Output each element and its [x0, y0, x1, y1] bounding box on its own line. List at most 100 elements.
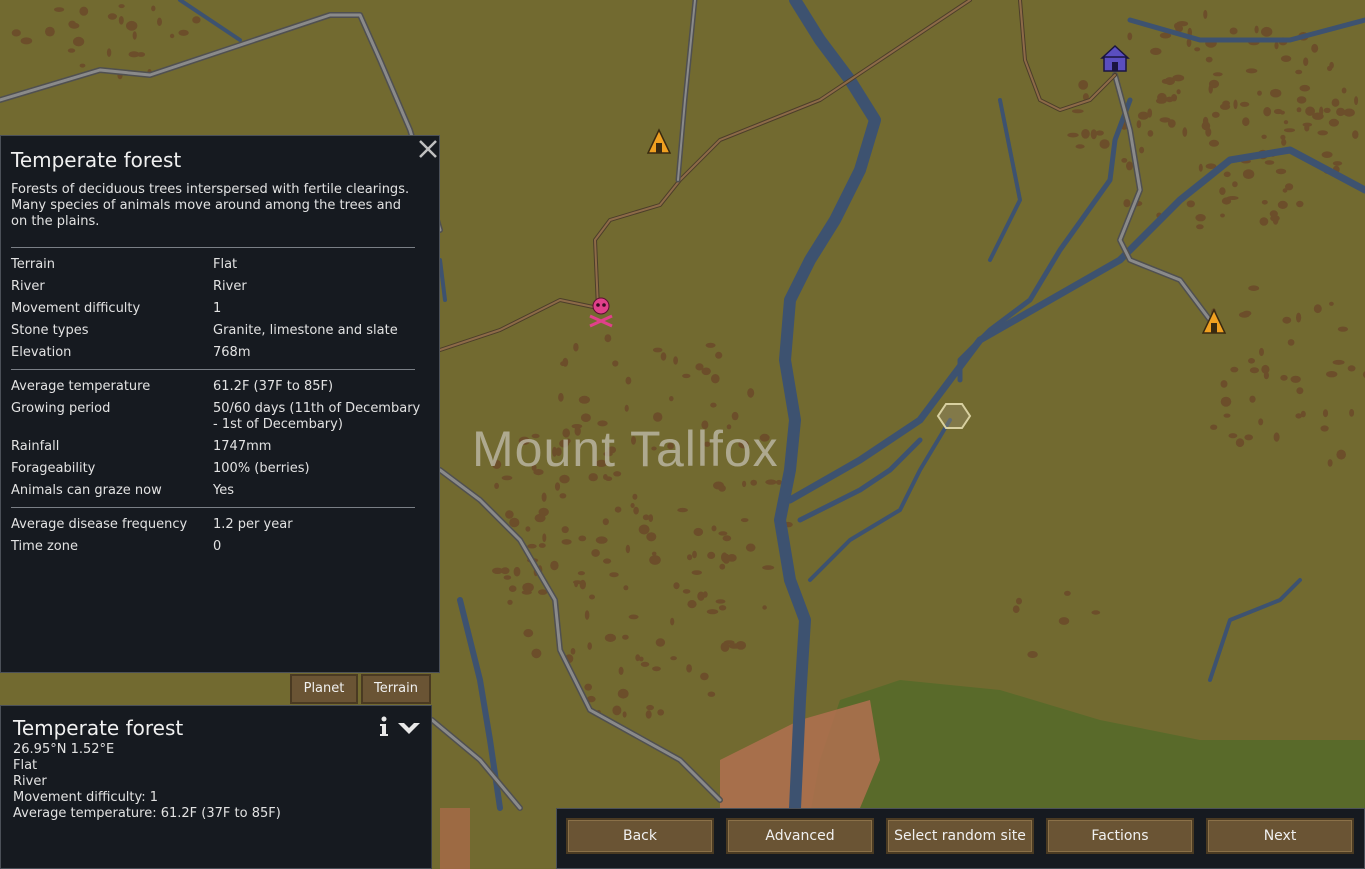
forest-patch — [722, 535, 732, 542]
row-label: Movement difficulty — [11, 301, 141, 316]
forest-patch — [494, 482, 499, 489]
forest-patch — [1127, 32, 1133, 41]
advanced-button[interactable]: Advanced — [726, 818, 874, 854]
forest-patch — [1121, 158, 1128, 163]
forest-patch — [589, 594, 595, 600]
hex-selection-icon[interactable] — [936, 403, 972, 429]
forest-patch — [673, 582, 680, 590]
close-button[interactable] — [415, 136, 441, 162]
forest-patch — [1336, 449, 1346, 460]
row-value: 100% (berries) — [213, 461, 310, 476]
forest-patch — [1220, 213, 1225, 218]
forest-patch — [1220, 396, 1232, 407]
row-label: Average temperature — [11, 379, 151, 394]
forest-patch — [646, 532, 657, 542]
forest-patch — [1296, 312, 1302, 323]
forest-patch — [1182, 127, 1188, 137]
forest-patch — [1259, 347, 1264, 357]
forest-patch — [573, 342, 579, 352]
forest-patch — [1058, 617, 1070, 625]
forest-patch — [612, 360, 619, 367]
row-value: Yes — [213, 483, 234, 498]
forest-patch — [587, 642, 592, 650]
map-region-label: Mount Tallfox — [472, 421, 779, 477]
forest-patch — [1220, 380, 1228, 388]
forest-patch — [1249, 395, 1256, 403]
forest-patch — [1064, 590, 1071, 596]
tab-terrain[interactable]: Terrain — [361, 674, 431, 704]
forest-patch — [718, 605, 727, 611]
forest-patch — [178, 29, 189, 36]
forest-patch — [561, 526, 569, 534]
forest-patch — [132, 31, 137, 40]
forest-patch — [561, 539, 572, 545]
forest-patch — [1228, 433, 1238, 439]
forest-patch — [151, 5, 156, 12]
forest-patch — [1277, 200, 1288, 209]
forest-patch — [692, 550, 697, 559]
row-value: Flat — [213, 257, 238, 272]
inspect-temperature: Average temperature: 61.2F (37F to 85F) — [13, 806, 281, 821]
collapse-button[interactable] — [397, 720, 421, 734]
back-button[interactable]: Back — [566, 818, 714, 854]
forest-patch — [1322, 409, 1329, 418]
inspect-title: Temperate forest — [13, 716, 184, 740]
forest-patch — [762, 565, 775, 570]
forest-patch — [1311, 43, 1319, 53]
forest-patch — [1341, 87, 1347, 94]
info-button[interactable] — [377, 716, 391, 738]
forest-patch — [721, 552, 728, 563]
forest-patch — [1211, 111, 1220, 118]
next-button[interactable]: Next — [1206, 818, 1354, 854]
forest-patch — [508, 585, 517, 592]
forest-patch — [1261, 364, 1270, 374]
forest-patch — [618, 666, 624, 676]
forest-patch — [1337, 326, 1348, 332]
forest-patch — [609, 572, 619, 578]
forest-patch — [1280, 55, 1292, 62]
forest-patch — [1150, 47, 1162, 56]
forest-patch — [1210, 424, 1218, 430]
forest-patch — [1273, 108, 1283, 115]
select-random-site-button[interactable]: Select random site — [886, 818, 1034, 854]
forest-patch — [691, 570, 702, 575]
forest-patch — [157, 17, 162, 26]
forest-patch — [1230, 366, 1239, 373]
forest-patch — [67, 48, 76, 53]
forest-patch — [1232, 181, 1238, 188]
forest-patch — [630, 503, 635, 508]
chevron-down-icon — [398, 723, 420, 734]
forest-patch — [559, 493, 567, 499]
forest-patch — [523, 629, 534, 638]
forest-patch — [649, 555, 661, 565]
forest-patch — [507, 599, 513, 605]
forest-patch — [1174, 23, 1179, 29]
row-value: 1747mm — [213, 439, 272, 454]
forest-patch — [1165, 96, 1174, 103]
forest-patch — [1313, 304, 1322, 314]
tab-planet[interactable]: Planet — [290, 674, 358, 704]
forest-patch — [625, 376, 632, 385]
forest-patch — [735, 641, 747, 650]
forest-patch — [1223, 171, 1231, 178]
forest-patch — [1136, 120, 1142, 129]
factions-button[interactable]: Factions — [1046, 818, 1194, 854]
forest-patch — [1071, 109, 1084, 114]
inspect-movement: Movement difficulty: 1 — [13, 790, 159, 805]
forest-patch — [677, 507, 688, 513]
forest-patch — [1296, 107, 1302, 113]
forest-patch — [718, 531, 728, 536]
forest-patch — [1263, 107, 1272, 117]
info-panel-description: Forests of deciduous trees interspersed … — [11, 182, 410, 229]
forest-patch — [531, 648, 542, 659]
forest-patch — [577, 571, 586, 576]
forest-patch — [711, 525, 717, 532]
forest-patch — [720, 642, 730, 652]
forest-patch — [669, 396, 674, 402]
forest-patch — [1323, 107, 1331, 113]
row-label: Growing period — [11, 401, 111, 416]
forest-patch — [603, 558, 612, 564]
row-label: Forageability — [11, 461, 96, 476]
forest-patch — [1290, 375, 1301, 383]
forest-patch — [1299, 84, 1311, 92]
